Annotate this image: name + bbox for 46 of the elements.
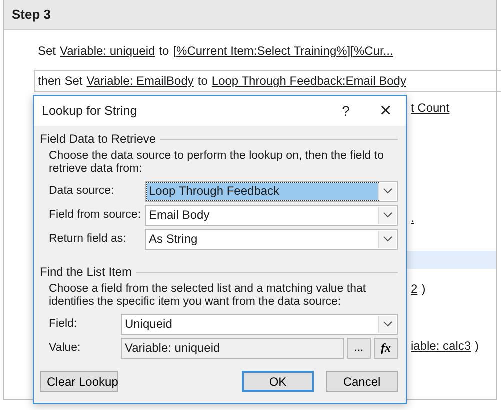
action-text: ) (475, 339, 480, 353)
browse-button[interactable]: ... (347, 338, 371, 358)
group-description: Choose the data source to perform the lookup on, then the field to retrieve data from: (49, 150, 385, 176)
step-title: Step 3 (4, 0, 496, 30)
chevron-down-icon[interactable] (378, 316, 396, 332)
dropdown-value: Email Body (148, 207, 211, 224)
dropdown[interactable]: As String (145, 228, 398, 250)
dropdown[interactable]: Loop Through Feedback (145, 180, 398, 202)
group-description: Choose a field from the selected list and a matching value that identifies the specific item you want from the data source: (49, 283, 368, 309)
value-field[interactable]: Variable: uniqueid (121, 338, 344, 358)
dropdown[interactable]: Email Body (145, 204, 398, 226)
action-link[interactable]: iable: calc3 (411, 339, 472, 353)
close-button[interactable]: × (366, 97, 406, 125)
group-title: Find the List Item (40, 265, 132, 279)
field-label: Return field as: (49, 233, 128, 245)
action-text: to (198, 74, 208, 88)
action-text: then Set (38, 74, 83, 88)
action-link[interactable]: Variable: uniqueid (60, 44, 156, 58)
dialog-title: Lookup for String (42, 104, 138, 118)
dialog-button[interactable]: Cancel (326, 371, 398, 392)
field-label: Value: (49, 342, 82, 354)
selected-action-row[interactable]: then Set Variable: EmailBody to Loop Through Feedback:Email Body (34, 70, 501, 92)
dropdown-value: Uniqueid (124, 316, 174, 332)
dropdown[interactable]: Uniqueid (121, 314, 398, 334)
dropdown-value: As String (148, 231, 199, 248)
chevron-down-icon[interactable] (378, 206, 396, 224)
action-link[interactable]: Variable: EmailBody (86, 74, 194, 88)
field-label: Data source: (49, 185, 116, 197)
dialog-button[interactable]: OK (242, 371, 314, 392)
action-link[interactable]: t Count (411, 101, 450, 115)
chevron-down-icon[interactable] (378, 182, 396, 200)
action-text: to (159, 44, 170, 58)
group-title: Field Data to Retrieve (40, 132, 156, 146)
formula-button[interactable]: fx (374, 338, 398, 358)
dropdown-value: Loop Through Feedback (147, 182, 378, 200)
action-text: Set (38, 44, 56, 58)
action-link[interactable]: Loop Through Feedback:Email Body (212, 74, 406, 88)
field-label: Field: (49, 318, 78, 330)
action-link[interactable]: [%Current Item:Select Training%][%Cur... (173, 44, 394, 58)
action-link[interactable]: 2 (411, 282, 418, 296)
action-link[interactable]: . (411, 211, 414, 225)
chevron-down-icon[interactable] (378, 230, 396, 248)
field-label: Field from source: (49, 209, 142, 221)
help-button[interactable]: ? (326, 97, 366, 125)
dialog-button[interactable]: Clear Lookup (40, 371, 118, 392)
action-text: ) (422, 282, 426, 296)
